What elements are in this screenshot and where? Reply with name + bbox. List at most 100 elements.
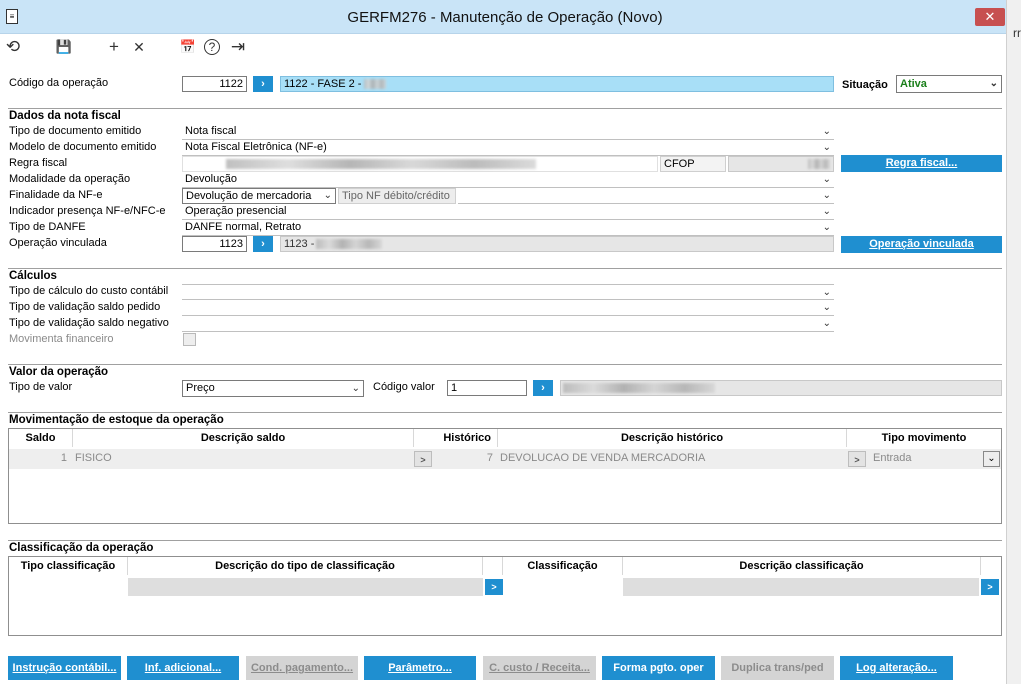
centro-custo-receita-button[interactable]: C. custo / Receita...: [483, 656, 596, 680]
cond-pagamento-button[interactable]: Cond. pagamento...: [246, 656, 358, 680]
operacao-vinculada-lookup-button[interactable]: ›: [253, 236, 273, 252]
indicador-presenca-label: Indicador presença NF-e/NFC-e: [9, 205, 166, 217]
calculos-title: Cálculos: [9, 270, 57, 282]
historico-lookup-button[interactable]: >: [848, 451, 866, 467]
column-header-tipo-movimento[interactable]: Tipo movimento: [847, 429, 1001, 447]
save-icon[interactable]: 💾: [54, 37, 74, 57]
section-divider: [8, 412, 1002, 413]
background-window-edge: rr: [1006, 0, 1021, 684]
finalidade-value: Devolução de mercadoria: [186, 190, 312, 202]
tipo-danfe-select[interactable]: DANFE normal, Retrato ⌄: [182, 220, 834, 236]
indicador-presenca-select[interactable]: Operação presencial ⌄: [182, 204, 834, 220]
tipo-valor-select[interactable]: Preço ⌄: [182, 380, 364, 397]
redacted-text: [808, 159, 830, 169]
regra-fiscal-label: Regra fiscal: [9, 157, 68, 169]
chevron-down-icon: ⌄: [822, 126, 831, 137]
saldo-lookup-button[interactable]: >: [414, 451, 432, 467]
historico-cell: 7: [486, 452, 493, 464]
finalidade-select[interactable]: Devolução de mercadoria ⌄: [182, 188, 336, 204]
redacted-text: [226, 159, 536, 169]
descricao-tipo-classificacao-cell: [128, 578, 483, 596]
column-header-historico[interactable]: Histórico: [414, 429, 498, 447]
cfop-label: CFOP: [664, 158, 695, 170]
movimenta-financeiro-checkbox[interactable]: [183, 333, 196, 346]
delete-icon[interactable]: ✕: [129, 37, 149, 57]
window-title: GERFM276 - Manutenção de Operação (Novo): [347, 9, 663, 26]
finalidade-label: Finalidade da NF-e: [9, 189, 103, 201]
operacao-vinculada-input[interactable]: 1123: [182, 236, 247, 252]
chevron-down-icon[interactable]: ⌄: [983, 451, 1000, 467]
section-divider: [8, 108, 1002, 109]
chevron-down-icon: ⌄: [822, 302, 831, 313]
classificacao-lookup-button[interactable]: >: [981, 579, 999, 595]
codigo-operacao-input[interactable]: 1122: [182, 76, 247, 92]
saldo-cell: 1: [60, 452, 67, 464]
tipo-nf-debito-credito-select[interactable]: ⌄: [458, 188, 834, 204]
operacao-vinculada-button[interactable]: Operação vinculada: [841, 236, 1002, 253]
exit-icon[interactable]: ⇥: [228, 37, 248, 57]
classificacao-title: Classificação da operação: [9, 542, 154, 554]
modalidade-label: Modalidade da operação: [9, 173, 131, 185]
indicador-presenca-value: Operação presencial: [185, 205, 287, 217]
column-header-descricao-saldo[interactable]: Descrição saldo: [73, 429, 414, 447]
redacted-text: [316, 239, 382, 249]
modalidade-value: Devolução: [185, 173, 237, 185]
modalidade-select[interactable]: Devolução ⌄: [182, 172, 834, 188]
descricao-historico-cell: DEVOLUCAO DE VENDA MERCADORIA: [500, 452, 706, 464]
calendar-icon[interactable]: 📅: [178, 37, 198, 57]
tipo-danfe-value: DANFE normal, Retrato: [185, 221, 302, 233]
column-header-descricao-classificacao[interactable]: Descrição classificação: [623, 557, 981, 575]
background-window-text: rr: [1013, 26, 1021, 40]
column-header-classificacao[interactable]: Classificação: [503, 557, 623, 575]
instrucao-contabil-button[interactable]: Instrução contábil...: [8, 656, 121, 680]
chevron-down-icon: ⌄: [822, 142, 831, 153]
regra-fiscal-button[interactable]: Regra fiscal...: [841, 155, 1002, 172]
table-row[interactable]: 1 FISICO > 7 DEVOLUCAO DE VENDA MERCADOR…: [9, 449, 1001, 469]
situacao-label: Situação: [842, 79, 888, 91]
tipo-classificacao-lookup-button[interactable]: >: [485, 579, 503, 595]
modelo-documento-value: Nota Fiscal Eletrônica (NF-e): [185, 141, 327, 153]
validacao-saldo-negativo-label: Tipo de validação saldo negativo: [9, 317, 169, 329]
column-header-tipo-classificacao[interactable]: Tipo classificação: [9, 557, 128, 575]
calculo-custo-select[interactable]: ⌄: [182, 284, 834, 300]
tipo-classificacao-cell[interactable]: [11, 578, 126, 596]
inf-adicional-button[interactable]: Inf. adicional...: [127, 656, 239, 680]
tipo-movimento-cell[interactable]: Entrada: [871, 449, 1001, 467]
situacao-select[interactable]: Ativa ⌄: [896, 75, 1002, 93]
tipo-documento-label: Tipo de documento emitido: [9, 125, 142, 137]
toolbar: ⟲ 💾 + ✕ 📅 ? ⇥: [0, 34, 1006, 60]
undo-icon[interactable]: ⟲: [3, 37, 23, 57]
validacao-saldo-negativo-select[interactable]: ⌄: [182, 316, 834, 332]
codigo-operacao-lookup-button[interactable]: ›: [253, 76, 273, 92]
modelo-documento-select[interactable]: Nota Fiscal Eletrônica (NF-e) ⌄: [182, 140, 834, 156]
log-alteracao-button[interactable]: Log alteração...: [840, 656, 953, 680]
tipo-documento-select[interactable]: Nota fiscal ⌄: [182, 124, 834, 140]
column-header-descricao-tipo-classificacao[interactable]: Descrição do tipo de classificação: [128, 557, 483, 575]
forma-pagamento-button[interactable]: Forma pgto. oper: [602, 656, 715, 680]
section-divider: [8, 268, 1002, 269]
section-divider: [8, 364, 1002, 365]
column-header-descricao-historico[interactable]: Descrição histórico: [498, 429, 847, 447]
add-icon[interactable]: +: [104, 37, 124, 57]
duplica-trans-ped-button[interactable]: Duplica trans/ped: [721, 656, 834, 680]
parametro-button[interactable]: Parâmetro...: [364, 656, 476, 680]
column-header-saldo[interactable]: Saldo: [9, 429, 73, 447]
operacao-vinculada-description-text: 1123 -: [284, 238, 315, 250]
tipo-nf-debito-credito-label: Tipo NF débito/crédito: [342, 190, 450, 202]
situacao-value: Ativa: [900, 78, 927, 90]
tipo-documento-value: Nota fiscal: [185, 125, 237, 137]
title-bar: ≡ GERFM276 - Manutenção de Operação (Nov…: [0, 0, 1021, 34]
codigo-valor-input[interactable]: 1: [447, 380, 527, 396]
validacao-saldo-pedido-select[interactable]: ⌄: [182, 300, 834, 316]
classificacao-cell[interactable]: [505, 578, 621, 596]
validacao-saldo-pedido-label: Tipo de validação saldo pedido: [9, 301, 161, 313]
codigo-operacao-label: Código da operação: [9, 77, 109, 89]
table-row[interactable]: > >: [9, 577, 1001, 597]
close-button[interactable]: ✕: [975, 8, 1005, 26]
help-icon[interactable]: ?: [204, 39, 220, 55]
movimenta-financeiro-label: Movimenta financeiro: [9, 333, 114, 345]
modelo-documento-label: Modelo de documento emitido: [9, 141, 157, 153]
codigo-valor-lookup-button[interactable]: ›: [533, 380, 553, 396]
column-header-spacer: [483, 557, 503, 575]
valor-operacao-title: Valor da operação: [9, 366, 109, 378]
